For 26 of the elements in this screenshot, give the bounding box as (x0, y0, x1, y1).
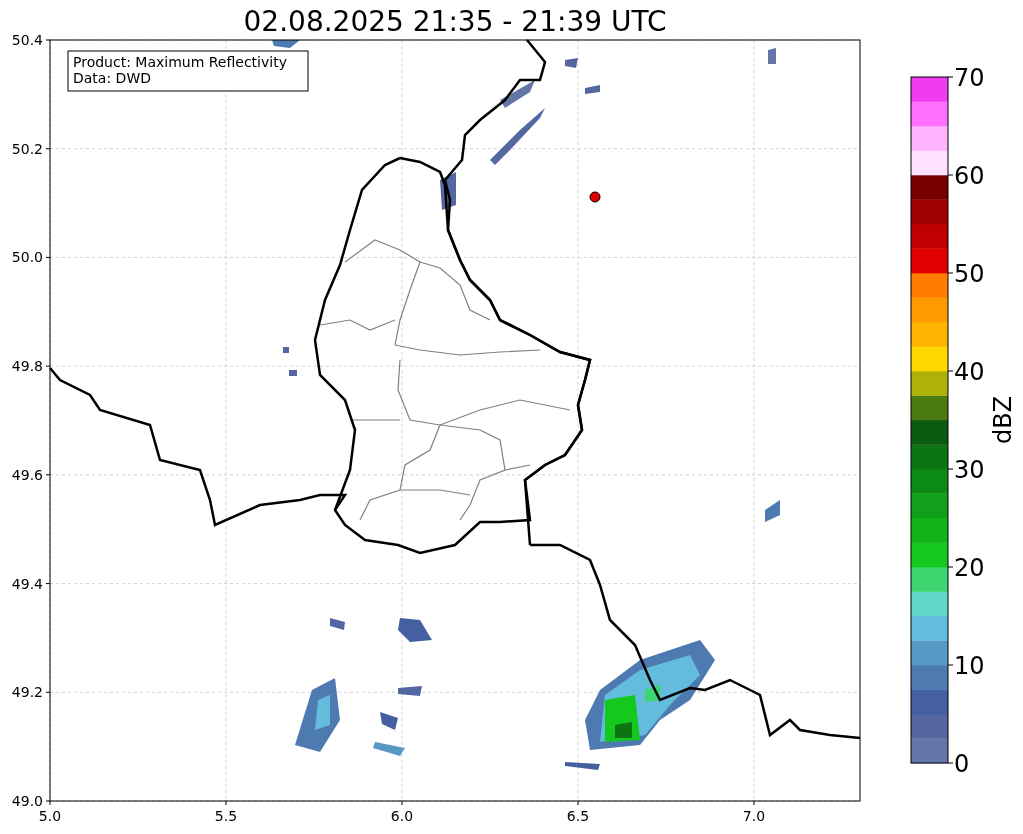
y-tick-label: 50.0 (11, 249, 43, 266)
y-tick-label: 50.4 (11, 32, 43, 48)
colorbar-tick-label: 60 (954, 162, 985, 190)
chart-title: 02.08.2025 21:35 - 21:39 UTC (243, 5, 667, 38)
y-tick-label: 49.6 (11, 466, 43, 483)
colorbar-label: dBZ (989, 395, 1017, 445)
y-tick-label: 49.2 (11, 684, 43, 701)
info-text: Data: DWD (73, 70, 151, 86)
x-tick-label: 5.5 (214, 808, 238, 824)
colorbar-tick-label: 0 (954, 750, 970, 778)
y-tick-label: 49.4 (11, 575, 43, 592)
x-tick-label: 6.5 (566, 808, 590, 824)
x-tick-label: 6.0 (390, 808, 414, 824)
y-tick-label: 49.8 (11, 358, 43, 375)
x-tick-label: 7.0 (742, 808, 766, 824)
y-tick-label: 50.2 (11, 140, 43, 157)
colorbar-tick-label: 50 (954, 260, 985, 288)
colorbar-tick-label: 20 (954, 554, 985, 582)
info-text: Product: Maximum Reflectivity (73, 54, 287, 70)
colorbar-tick-label: 10 (954, 652, 985, 680)
colorbar-tick-label: 30 (954, 456, 985, 484)
x-tick-label: 5.0 (38, 808, 62, 824)
y-tick-label: 49.0 (11, 793, 43, 809)
colorbar-tick-label: 40 (954, 358, 985, 386)
location-marker (589, 191, 601, 203)
colorbar-tick-label: 70 (954, 64, 985, 92)
